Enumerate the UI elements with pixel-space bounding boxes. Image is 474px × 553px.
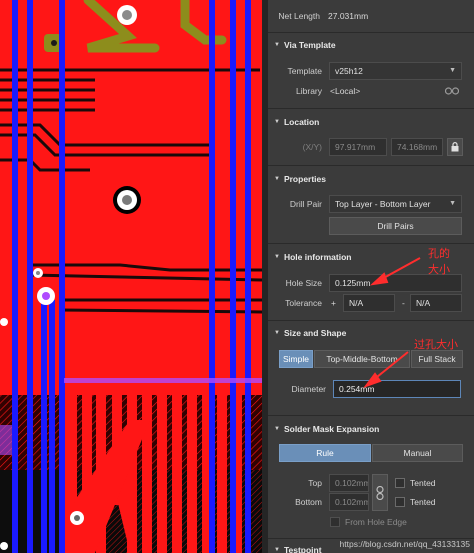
via-size-note: 过孔大小: [414, 339, 458, 351]
watermark: https://blog.csdn.net/qq_43133135: [339, 539, 470, 549]
hole-size-note-line1: 孔的: [428, 248, 450, 260]
hole-size-note-line2: 大小: [428, 264, 450, 276]
annotation-arrows: [363, 257, 421, 389]
